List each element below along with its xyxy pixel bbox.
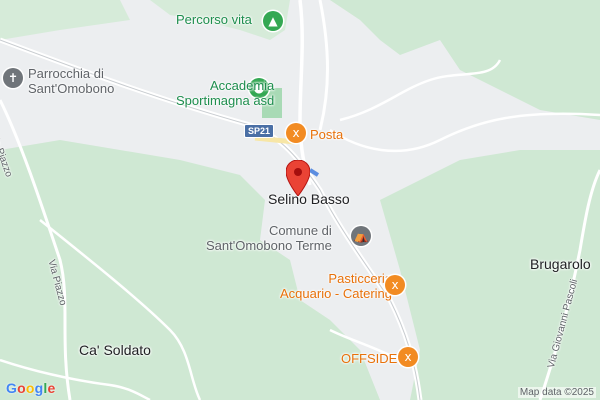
label-parrocchia[interactable]: Parrocchia di Sant'Omobono: [28, 66, 114, 96]
label-posta[interactable]: Posta: [310, 127, 343, 142]
road-east: [329, 112, 600, 153]
label-brugarolo[interactable]: Brugarolo: [530, 257, 591, 272]
government-icon[interactable]: ⛺: [351, 226, 371, 246]
logo-letter: o: [17, 380, 26, 396]
restaurant-icon[interactable]: x: [385, 275, 405, 295]
restaurant-icon[interactable]: x: [398, 347, 418, 367]
road-shield-sp21: SP21: [244, 124, 275, 138]
logo-letter: o: [25, 380, 35, 396]
google-logo: Google: [6, 380, 55, 396]
church-icon[interactable]: ✝: [3, 68, 23, 88]
location-marker-icon[interactable]: [286, 160, 310, 196]
label-percorso-vita[interactable]: Percorso vita: [176, 12, 252, 27]
label-pasticceria[interactable]: Pasticceria Acquario - Catering: [280, 271, 392, 301]
label-offside[interactable]: OFFSIDE: [341, 351, 397, 366]
label-comune[interactable]: Comune di Sant'Omobono Terme: [206, 223, 332, 253]
map-canvas[interactable]: ▲ Percorso vita ✝ Parrocchia di Sant'Omo…: [0, 0, 600, 400]
tree-icon[interactable]: ▲: [263, 11, 283, 31]
forest-area-top-left: [0, 0, 130, 40]
logo-letter: e: [47, 380, 56, 396]
road-north-2: [318, 0, 329, 131]
label-ca-soldato[interactable]: Ca' Soldato: [79, 343, 151, 358]
label-accademia[interactable]: Accademia Sportimagna asd: [176, 78, 274, 108]
forest-area-north-east: [330, 0, 600, 120]
road-north: [298, 0, 312, 186]
restaurant-icon[interactable]: x: [286, 123, 306, 143]
logo-letter: G: [6, 380, 18, 396]
map-data-attribution[interactable]: Map data ©2025: [517, 387, 596, 398]
